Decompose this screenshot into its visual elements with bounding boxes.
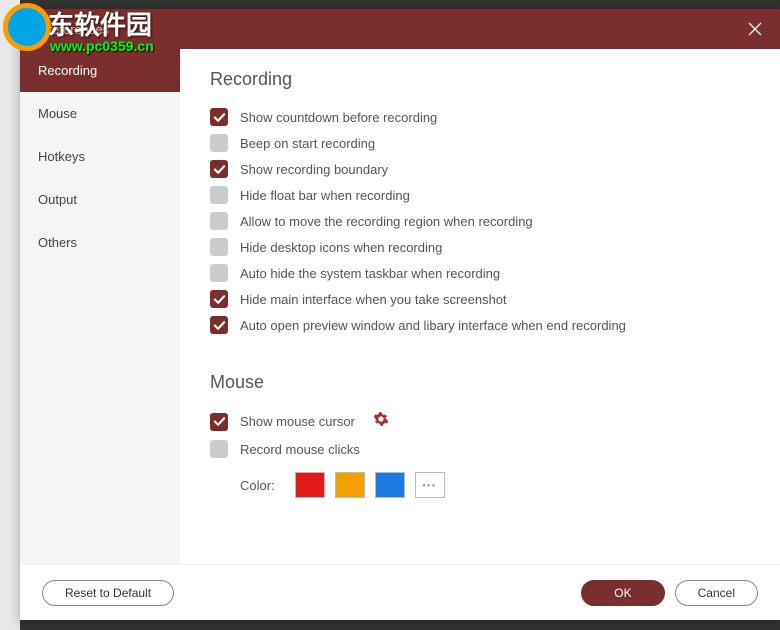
check-icon	[213, 415, 226, 428]
recording-option-row: Hide desktop icons when recording	[210, 238, 750, 256]
mouse-option-label: Show mouse cursor	[240, 414, 355, 429]
recording-option-row: Beep on start recording	[210, 134, 750, 152]
section-title-recording: Recording	[210, 69, 750, 90]
gear-icon	[373, 411, 389, 427]
recording-checkbox-0[interactable]	[210, 108, 228, 126]
color-label: Color:	[240, 478, 275, 493]
dialog-body: Recording Mouse Hotkeys Output Others Re…	[20, 49, 780, 564]
mouse-option-row: Show mouse cursor	[210, 411, 750, 432]
footer: Reset to Default OK Cancel	[20, 564, 780, 620]
sidebar-item-label: Hotkeys	[38, 149, 85, 164]
recording-checkbox-2[interactable]	[210, 160, 228, 178]
recording-option-row: Hide main interface when you take screen…	[210, 290, 750, 308]
color-swatch-orange[interactable]	[335, 472, 365, 498]
sidebar-item-label: Mouse	[38, 106, 77, 121]
recording-option-label: Auto hide the system taskbar when record…	[240, 266, 500, 281]
recording-checkbox-6[interactable]	[210, 264, 228, 282]
recording-checkbox-4[interactable]	[210, 212, 228, 230]
watermark-circle	[3, 3, 51, 51]
sidebar-item-label: Others	[38, 235, 77, 250]
ok-button[interactable]: OK	[581, 580, 664, 606]
recording-checkbox-1[interactable]	[210, 134, 228, 152]
mouse-checkbox-1[interactable]	[210, 440, 228, 458]
mouse-option-label: Record mouse clicks	[240, 442, 360, 457]
check-icon	[213, 111, 226, 124]
recording-option-row: Show countdown before recording	[210, 108, 750, 126]
watermark-text: 东软件园	[48, 5, 152, 42]
recording-option-row: Show recording boundary	[210, 160, 750, 178]
recording-option-row: Auto open preview window and libary inte…	[210, 316, 750, 334]
recording-option-label: Auto open preview window and libary inte…	[240, 318, 626, 333]
recording-option-label: Allow to move the recording region when …	[240, 214, 533, 229]
recording-checkbox-7[interactable]	[210, 290, 228, 308]
recording-option-row: Hide float bar when recording	[210, 186, 750, 204]
sidebar-item-mouse[interactable]: Mouse	[20, 92, 180, 135]
watermark-logo: 东软件园 www.pc0359.cn	[0, 0, 200, 55]
recording-option-label: Show recording boundary	[240, 162, 388, 177]
close-icon	[748, 22, 762, 36]
recording-option-row: Allow to move the recording region when …	[210, 212, 750, 230]
color-swatch-red[interactable]	[295, 472, 325, 498]
mouse-checkbox-0[interactable]	[210, 413, 228, 431]
recording-checkbox-3[interactable]	[210, 186, 228, 204]
recording-option-label: Hide float bar when recording	[240, 188, 410, 203]
color-row: Color: •••	[240, 472, 750, 498]
reset-label: Reset to Default	[65, 586, 151, 600]
recording-option-row: Auto hide the system taskbar when record…	[210, 264, 750, 282]
reset-button[interactable]: Reset to Default	[42, 580, 174, 606]
check-icon	[213, 293, 226, 306]
recording-option-label: Hide desktop icons when recording	[240, 240, 442, 255]
recording-option-label: Hide main interface when you take screen…	[240, 292, 507, 307]
check-icon	[213, 319, 226, 332]
background-strip	[0, 0, 20, 630]
color-swatch-blue[interactable]	[375, 472, 405, 498]
recording-checkbox-8[interactable]	[210, 316, 228, 334]
sidebar-item-hotkeys[interactable]: Hotkeys	[20, 135, 180, 178]
recording-checkbox-5[interactable]	[210, 238, 228, 256]
recording-option-label: Show countdown before recording	[240, 110, 437, 125]
cancel-label: Cancel	[698, 586, 735, 600]
sidebar-item-recording[interactable]: Recording	[20, 49, 180, 92]
close-button[interactable]	[730, 9, 780, 49]
color-swatch-more[interactable]: •••	[415, 472, 445, 498]
cancel-button[interactable]: Cancel	[675, 580, 758, 606]
watermark-url: www.pc0359.cn	[50, 38, 154, 54]
sidebar-item-output[interactable]: Output	[20, 178, 180, 221]
sidebar-item-label: Recording	[38, 63, 97, 78]
mouse-option-row: Record mouse clicks	[210, 440, 750, 458]
check-icon	[213, 163, 226, 176]
content-panel: Recording Show countdown before recordin…	[180, 49, 780, 564]
sidebar-item-others[interactable]: Others	[20, 221, 180, 264]
sidebar: Recording Mouse Hotkeys Output Others	[20, 49, 180, 564]
gear-button[interactable]	[373, 411, 389, 432]
section-title-mouse: Mouse	[210, 372, 750, 393]
preferences-dialog: *Preferences Recording Mouse Hotkeys Out…	[20, 9, 780, 620]
ok-label: OK	[614, 586, 631, 600]
recording-option-label: Beep on start recording	[240, 136, 375, 151]
sidebar-item-label: Output	[38, 192, 77, 207]
